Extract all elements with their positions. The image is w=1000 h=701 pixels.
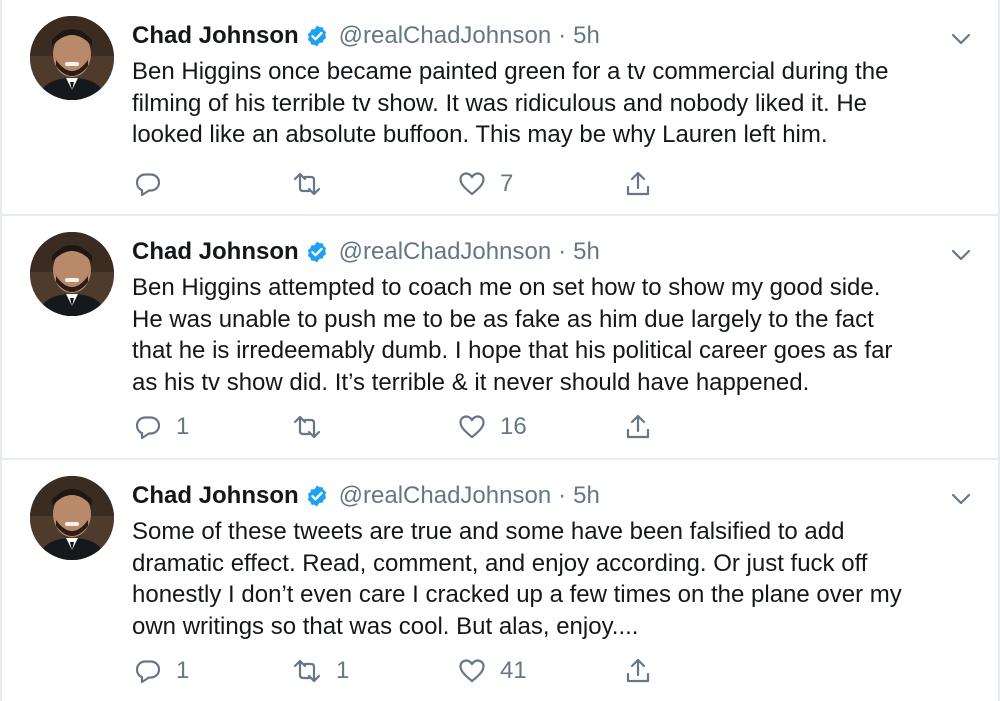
tweet-header: Chad Johnson @realChadJohnson · 5h	[132, 20, 600, 52]
retweet-count: 1	[336, 657, 350, 684]
tweet-header: Chad Johnson @realChadJohnson · 5h	[132, 236, 600, 268]
avatar[interactable]	[30, 232, 114, 316]
tweet-text-line: that he is irredeemably dumb. I hope tha…	[132, 337, 893, 364]
retweet-button[interactable]: 1	[292, 653, 349, 689]
separator-dot: ·	[558, 22, 567, 49]
chevron-down-icon[interactable]	[950, 244, 972, 266]
like-count: 16	[500, 413, 527, 440]
display-name[interactable]: Chad Johnson	[132, 238, 299, 266]
separator-dot: ·	[558, 238, 567, 265]
reply-count: 1	[176, 413, 190, 440]
like-button[interactable]: 41	[458, 653, 527, 689]
retweet-icon	[292, 657, 322, 685]
tweet-text-line: filming of his terrible tv show. It was …	[132, 89, 868, 117]
tweet-text-line: Some of these tweets are true and some h…	[132, 518, 845, 545]
tweet-text-line: He was unable to push me to be as fake a…	[132, 305, 874, 333]
verified-badge-icon	[305, 24, 329, 48]
tweet-text-line: looked like an absolute buffoon. This ma…	[132, 121, 828, 148]
share-button[interactable]	[624, 409, 652, 445]
avatar[interactable]	[30, 476, 114, 560]
tweet-text-line: dramatic effect. Read, comment, and enjo…	[132, 549, 868, 577]
chevron-down-icon[interactable]	[950, 488, 972, 510]
like-count: 7	[500, 170, 514, 197]
tweet-actions: 1 1 41	[132, 653, 672, 689]
heart-icon	[458, 170, 486, 198]
like-button[interactable]: 7	[458, 166, 513, 202]
tweet-actions: 7	[132, 166, 672, 202]
share-icon	[624, 413, 652, 441]
like-button[interactable]: 16	[458, 409, 527, 445]
retweet-icon	[292, 413, 322, 441]
tweet-text-line: honestly I don’t even care I cracked up …	[132, 581, 902, 608]
timestamp[interactable]: 5h	[573, 238, 600, 266]
display-name[interactable]: Chad Johnson	[132, 482, 299, 510]
reply-icon	[134, 413, 162, 441]
tweet-header: Chad Johnson @realChadJohnson · 5h	[132, 480, 600, 512]
reply-icon	[134, 657, 162, 685]
tweet[interactable]: Chad Johnson @realChadJohnson · 5h Some …	[2, 460, 998, 701]
user-handle[interactable]: @realChadJohnson	[339, 22, 552, 50]
tweet-text-line: own writings so that was cool. But alas,…	[132, 612, 639, 640]
retweet-button[interactable]	[292, 166, 336, 202]
tweet-feed: Chad Johnson @realChadJohnson · 5h Ben H…	[0, 0, 1000, 701]
retweet-icon	[292, 170, 322, 198]
user-handle[interactable]: @realChadJohnson	[339, 238, 552, 266]
tweet[interactable]: Chad Johnson @realChadJohnson · 5h Ben H…	[2, 216, 998, 460]
verified-badge-icon	[305, 240, 329, 264]
share-button[interactable]	[624, 166, 652, 202]
tweet-text-line: Ben Higgins once became painted green fo…	[132, 58, 889, 85]
reply-button[interactable]: 1	[134, 409, 189, 445]
heart-icon	[458, 413, 486, 441]
reply-button[interactable]	[134, 166, 176, 202]
user-handle[interactable]: @realChadJohnson	[339, 482, 552, 510]
display-name[interactable]: Chad Johnson	[132, 22, 299, 50]
tweet-text: Ben Higgins attempted to coach me on set…	[132, 272, 982, 398]
separator-dot: ·	[558, 482, 567, 509]
avatar[interactable]	[30, 16, 114, 100]
timestamp[interactable]: 5h	[573, 482, 600, 510]
share-button[interactable]	[624, 653, 652, 689]
like-count: 41	[500, 657, 527, 684]
tweet-text: Ben Higgins once became painted green fo…	[132, 56, 982, 151]
reply-count: 1	[176, 657, 190, 684]
tweet-text-line: as his tv show did. It’s terrible & it n…	[132, 368, 810, 396]
verified-badge-icon	[305, 484, 329, 508]
reply-button[interactable]: 1	[134, 653, 189, 689]
share-icon	[624, 657, 652, 685]
tweet[interactable]: Chad Johnson @realChadJohnson · 5h Ben H…	[2, 0, 998, 216]
retweet-button[interactable]	[292, 409, 336, 445]
tweet-text-line: Ben Higgins attempted to coach me on set…	[132, 274, 881, 301]
reply-icon	[134, 170, 162, 198]
timestamp[interactable]: 5h	[573, 22, 600, 50]
chevron-down-icon[interactable]	[950, 28, 972, 50]
tweet-text: Some of these tweets are true and some h…	[132, 516, 982, 642]
heart-icon	[458, 657, 486, 685]
tweet-actions: 1 16	[132, 409, 672, 445]
share-icon	[624, 170, 652, 198]
